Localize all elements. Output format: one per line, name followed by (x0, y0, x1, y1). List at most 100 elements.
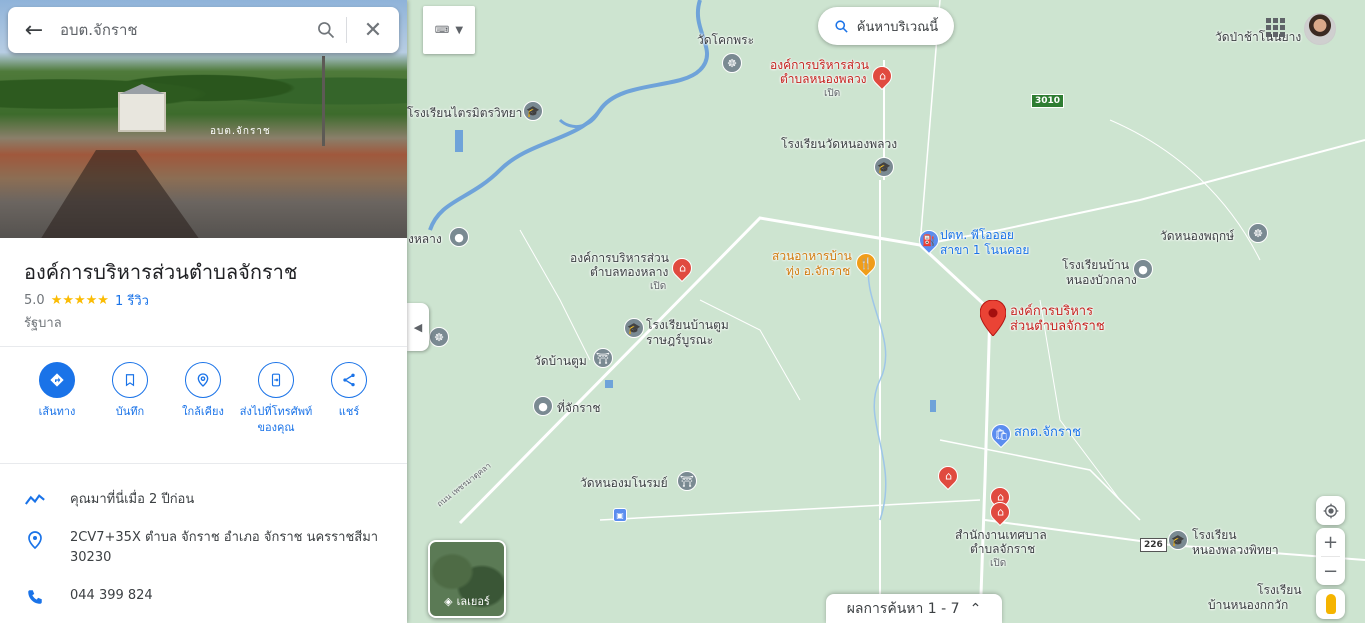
search-icon (318, 22, 335, 39)
map-label-wat-pa[interactable]: วัดป่าช้าโนนยาง (1215, 30, 1301, 44)
map-label-sao-thong-lang-2[interactable]: ตำบลทองหลาง (590, 265, 668, 279)
temple-icon[interactable]: ⛩ (677, 471, 697, 491)
map-label-school-ban-tum[interactable]: โรงเรียนบ้านตูม (646, 318, 729, 332)
bus-stop-icon[interactable]: ▣ (613, 508, 627, 522)
open-status-3: เปิด (990, 558, 1007, 569)
timeline-icon (25, 494, 45, 505)
map-label-school-nong-kok-2[interactable]: บ้านหนองกกวัก (1208, 598, 1288, 612)
map-label-municipal[interactable]: สำนักงานเทศบาล (955, 528, 1047, 542)
search-icon (835, 19, 848, 33)
share-button[interactable]: แชร์ (312, 362, 386, 420)
map-label-school-nong-phlong-2[interactable]: หนองพลวงพิทยา (1192, 543, 1279, 557)
map-label-school-nong-kok[interactable]: โรงเรียน (1257, 583, 1302, 597)
map-label-sao-nong-phlong[interactable]: องค์การบริหารส่วน (770, 58, 869, 72)
map-label-school-trai-mit[interactable]: โรงเรียนไตรมิตรวิทยา (407, 106, 522, 120)
hero-sign-text: อบต.จักราช (210, 126, 271, 137)
open-status-1: เปิด (824, 88, 841, 99)
map-label-school-nong-bua-2[interactable]: หนองบัวกลาง (1066, 273, 1137, 287)
search-results-toggle[interactable]: ผลการค้นหา 1 - 7 ⌃ (826, 594, 1002, 623)
layers-button[interactable]: ◈ เลเยอร์ (428, 540, 506, 618)
my-location-button[interactable] (1316, 496, 1345, 525)
school-icon[interactable]: 🎓 (624, 318, 644, 338)
map-label-ptt-2[interactable]: สาขา 1 โนนคอย (940, 243, 1029, 257)
visit-history-text: คุณมาที่นี่เมื่อ 2 ปีก่อน (70, 492, 195, 507)
place-category[interactable]: รัฐบาล (24, 312, 62, 333)
save-button[interactable]: บันทึก (93, 362, 167, 420)
nearby-icon (197, 373, 209, 387)
zoom-out-button[interactable]: − (1316, 557, 1345, 585)
map-label-school-nong-phlong[interactable]: โรงเรียน (1192, 528, 1237, 542)
place-icon[interactable]: ● (533, 396, 553, 416)
open-status-2: เปิด (650, 281, 667, 292)
selected-place-marker-icon[interactable] (980, 300, 1006, 336)
send-to-phone-button[interactable]: ส่งไปที่โทรศัพท์ของคุณ (239, 362, 313, 436)
map-label-sao-thong-lang[interactable]: องค์การบริหารส่วน (570, 251, 669, 265)
collapse-panel-button[interactable]: ◀ (407, 303, 429, 351)
map-label-ptt[interactable]: ปตท. พีโอออย (940, 228, 1014, 242)
shrine-image (118, 92, 166, 132)
reviews-link[interactable]: 1 รีวิว (115, 290, 149, 311)
search-button[interactable] (306, 20, 346, 40)
map-label-municipal-2[interactable]: ตำบลจักราช (970, 542, 1035, 556)
clear-search-button[interactable]: ✕ (347, 18, 399, 43)
map-label-wat-ban-tum[interactable]: วัดบ้านตูม (534, 354, 587, 368)
visit-history-row[interactable]: คุณมาที่นี่เมื่อ 2 ปีก่อน (0, 490, 407, 510)
zoom-controls: + − (1316, 528, 1345, 585)
directions-icon (50, 373, 64, 387)
map-label-main-place-2[interactable]: ส่วนตำบลจักราช (1010, 320, 1105, 334)
directions-button[interactable]: เส้นทาง (20, 362, 94, 420)
school-icon[interactable]: 🎓 (874, 157, 894, 177)
map-label-wat-khok-phra[interactable]: วัดโคกพระ (697, 33, 754, 47)
temple-icon[interactable]: ☸ (429, 327, 449, 347)
phone-row[interactable]: 044 399 824 (0, 586, 407, 606)
rating-stars-icon: ★★★★★ (50, 293, 109, 308)
send-to-phone-icon (271, 373, 281, 387)
my-location-icon (1323, 503, 1338, 518)
temple-icon[interactable]: ⛩ (593, 348, 613, 368)
place-icon[interactable]: ● (449, 227, 469, 247)
rating-value: 5.0 (24, 293, 45, 308)
map-label-school-nong-bua[interactable]: โรงเรียนบ้าน (1062, 258, 1129, 272)
map-label-main-place[interactable]: องค์การบริหาร (1010, 305, 1093, 319)
map-label-wat-nong-phruek[interactable]: วัดหนองพฤกษ์ (1160, 229, 1234, 243)
chevron-left-icon: ◀ (413, 320, 423, 334)
back-button[interactable]: ← (8, 7, 60, 53)
street-view-pegman-icon[interactable] (1316, 589, 1345, 619)
map-label-thi-chakkarat[interactable]: ที่จักราช (557, 401, 601, 415)
google-maps-app: ☸ วัดโคกพระ ⌂ องค์การบริหารส่วน ตำบลหนอง… (0, 0, 1365, 623)
zoom-in-button[interactable]: + (1316, 528, 1345, 556)
school-icon[interactable]: 🎓 (1168, 530, 1188, 550)
nearby-button[interactable]: ใกล้เคียง (166, 362, 240, 420)
rating-row: 5.0 ★★★★★ 1 รีวิว (24, 290, 149, 311)
phone-icon (28, 590, 42, 604)
map-label-sao-nong-phlong-2[interactable]: ตำบลหนองพลวง (780, 72, 867, 86)
search-input[interactable] (60, 10, 306, 50)
location-pin-icon (28, 531, 42, 550)
address-row[interactable]: 2CV7+35X ตำบล จักราช อำเภอ จักราช นครราช… (0, 528, 407, 568)
place-icon[interactable]: ● (1133, 259, 1153, 279)
map-label-restaurant-2[interactable]: ทุ่ง อ.จักราช (786, 264, 850, 278)
account-avatar[interactable] (1304, 13, 1336, 45)
close-icon: ✕ (363, 17, 383, 43)
save-label: บันทึก (115, 405, 145, 418)
place-side-panel: อบต.จักราช ← ✕ องค์การบริหารส่วนตำบลจักร… (0, 0, 407, 623)
search-this-area-label: ค้นหาบริเวณนี้ (856, 19, 939, 35)
map-label-school-wat-nong-phlong[interactable]: โรงเรียนวัดหนองพลวง (781, 137, 897, 151)
map-label-thong-lang-edge[interactable]: งหลาง (408, 232, 442, 246)
road-shield-226: 226 (1140, 538, 1167, 552)
temple-icon[interactable]: ☸ (722, 53, 742, 73)
phone-text: 044 399 824 (70, 588, 153, 603)
school-icon[interactable]: 🎓 (523, 101, 543, 121)
directions-label: เส้นทาง (38, 405, 76, 418)
temple-icon[interactable]: ☸ (1248, 223, 1268, 243)
keyboard-icon: ⌨ (434, 24, 450, 36)
keyboard-toggle-button[interactable]: ⌨ ▼ (423, 6, 475, 54)
address-text: 2CV7+35X ตำบล จักราช อำเภอ จักราช นครราช… (70, 530, 379, 565)
google-apps-icon[interactable] (1264, 16, 1286, 38)
map-label-restaurant[interactable]: สวนอาหารบ้าน (772, 249, 852, 263)
search-this-area-button[interactable]: ค้นหาบริเวณนี้ (818, 7, 954, 45)
layers-label: เลเยอร์ (456, 595, 490, 608)
map-label-sakot[interactable]: สกต.จักราช (1014, 426, 1081, 440)
map-label-wat-nong-mon[interactable]: วัดหนองมโนรมย์ (580, 476, 668, 490)
map-label-school-ban-tum-2[interactable]: ราษฎร์บูรณะ (646, 333, 713, 347)
